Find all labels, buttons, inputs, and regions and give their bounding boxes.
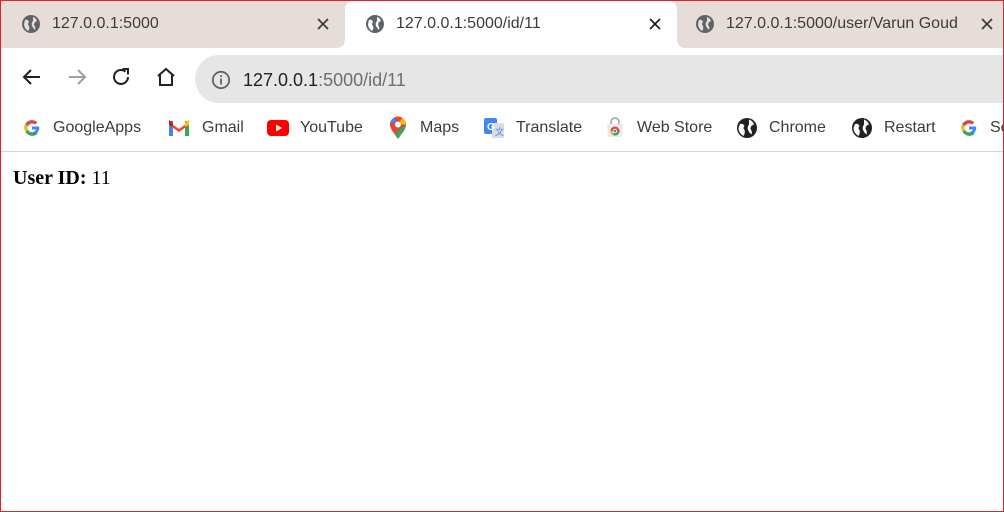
bookmark-search[interactable]: Se — [958, 115, 1003, 141]
back-button[interactable] — [17, 62, 47, 92]
tab-id-11[interactable]: 127.0.0.1:5000/id/11 — [345, 1, 677, 48]
page-content: User ID: 11 — [1, 153, 1003, 511]
gmail-icon — [168, 117, 190, 139]
close-tab-button[interactable] — [313, 14, 333, 34]
globe-icon — [851, 117, 873, 139]
bookmark-restart[interactable]: Restart — [851, 115, 936, 141]
home-button[interactable] — [151, 62, 181, 92]
bookmark-label: Maps — [420, 119, 460, 136]
svg-text:文: 文 — [495, 126, 504, 137]
globe-icon — [736, 117, 758, 139]
tab-strip: 127.0.0.1:5000 127.0.0.1:5000/id/11 127.… — [1, 1, 1003, 48]
close-icon — [649, 18, 661, 30]
home-icon — [157, 67, 175, 86]
forward-button[interactable] — [62, 62, 92, 92]
reload-icon — [113, 68, 129, 85]
bookmarks-bar: GoogleApps Gmail YouTube Maps G文 Transla… — [1, 106, 1003, 152]
close-icon — [317, 18, 329, 30]
globe-icon — [366, 15, 384, 33]
tab-title: 127.0.0.1:5000/id/11 — [396, 15, 541, 32]
tab-title: 127.0.0.1:5000/user/Varun Goud — [726, 15, 958, 32]
user-id-line: User ID: 11 — [13, 166, 111, 190]
bookmark-chrome[interactable]: Chrome — [736, 115, 826, 141]
svg-text:G: G — [487, 122, 495, 133]
url-path: :5000/id/11 — [318, 70, 406, 90]
close-tab-button[interactable] — [645, 14, 665, 34]
address-bar[interactable]: 127.0.0.1:5000/id/11 — [195, 55, 1003, 103]
bookmark-label: Restart — [884, 119, 936, 136]
bookmark-label: Se — [990, 119, 1003, 136]
translate-icon: G文 — [483, 117, 505, 139]
bookmark-label: Gmail — [202, 119, 244, 136]
user-id-value: 11 — [91, 167, 111, 189]
bookmark-web-store[interactable]: Web Store — [604, 115, 712, 141]
globe-icon — [696, 15, 714, 33]
bookmark-label: YouTube — [300, 119, 363, 136]
bookmark-youtube[interactable]: YouTube — [267, 115, 363, 141]
close-icon — [981, 18, 993, 30]
bookmark-label: Translate — [516, 119, 583, 136]
bookmark-label: Chrome — [769, 119, 826, 136]
tab-home[interactable]: 127.0.0.1:5000 — [1, 1, 345, 48]
tab-title: 127.0.0.1:5000 — [52, 15, 159, 32]
browser-window: 127.0.0.1:5000 127.0.0.1:5000/id/11 127.… — [0, 0, 1004, 512]
youtube-icon — [267, 117, 289, 139]
web-store-icon — [604, 117, 626, 139]
tab-user-varun-goud[interactable]: 127.0.0.1:5000/user/Varun Goud — [675, 1, 1003, 48]
address-url[interactable]: 127.0.0.1:5000/id/11 — [243, 69, 406, 91]
url-host: 127.0.0.1 — [243, 70, 319, 90]
info-icon[interactable] — [211, 70, 231, 90]
bookmark-translate[interactable]: G文 Translate — [483, 115, 582, 141]
user-id-label: User ID: — [13, 167, 87, 189]
toolbar: 127.0.0.1:5000/id/11 — [1, 48, 1003, 106]
bookmark-label: GoogleApps — [53, 119, 142, 136]
bookmark-label: Web Store — [637, 119, 713, 136]
google-icon — [958, 117, 980, 139]
arrow-right-icon — [69, 69, 87, 85]
google-icon — [21, 117, 43, 139]
arrow-left-icon — [22, 69, 40, 85]
bookmark-googleapps[interactable]: GoogleApps — [21, 115, 141, 141]
maps-pin-icon — [387, 116, 409, 139]
reload-button[interactable] — [106, 62, 136, 92]
close-tab-button[interactable] — [977, 14, 997, 34]
bookmark-maps[interactable]: Maps — [387, 115, 459, 141]
bookmark-gmail[interactable]: Gmail — [168, 115, 244, 141]
globe-icon — [22, 15, 40, 33]
